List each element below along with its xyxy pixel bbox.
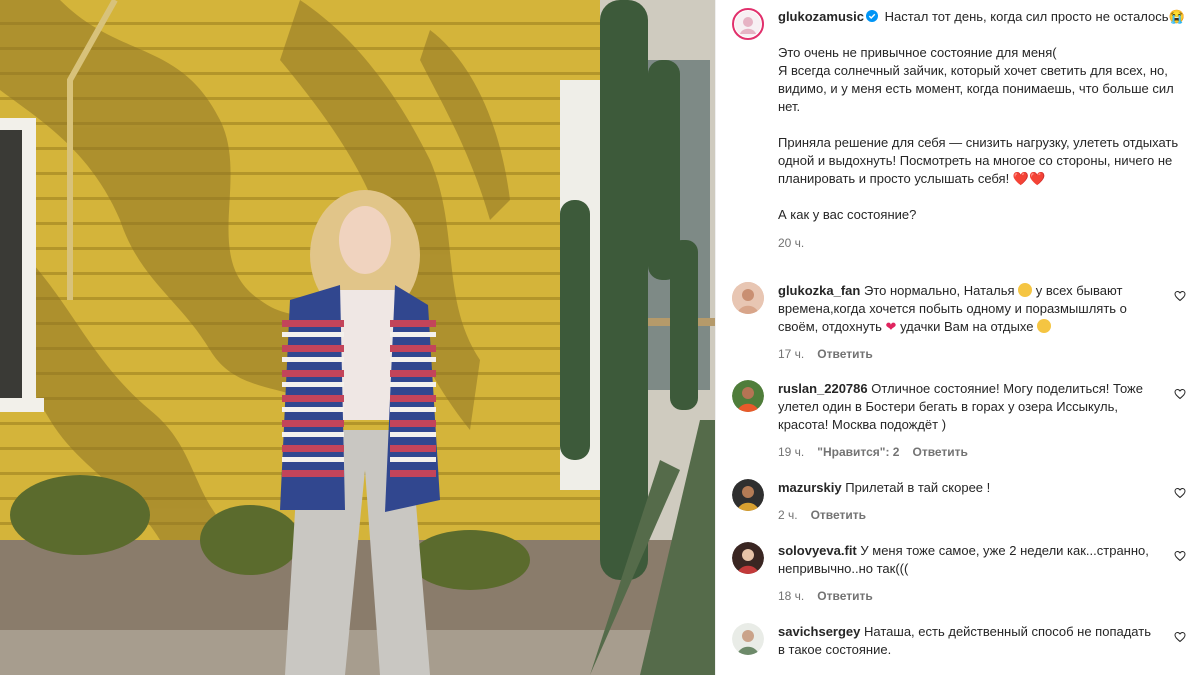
reply-button[interactable]: Ответить: [817, 587, 872, 605]
comment-item: savichsergey Наташа, есть действенный сп…: [732, 623, 1186, 659]
author-username[interactable]: glukozamusic: [778, 9, 864, 24]
comment-item: ruslan_220786 Отличное состояние! Могу п…: [732, 380, 1186, 461]
post-detail-panel: glukozamusic Настал тот день, когда сил …: [715, 0, 1200, 675]
comment-username[interactable]: mazurskiy: [778, 480, 842, 495]
photo-illustration: [0, 0, 715, 675]
comment-likes-count[interactable]: "Нравится": 2: [817, 443, 899, 461]
caption-body: glukozamusic Настал тот день, когда сил …: [778, 8, 1186, 252]
comment-username[interactable]: savichsergey: [778, 624, 860, 639]
comment-body: solovyeva.fit У меня тоже самое, уже 2 н…: [778, 542, 1186, 605]
comment-time: 2 ч.: [778, 508, 798, 522]
comment-time: 19 ч.: [778, 445, 805, 459]
comment-username[interactable]: glukozka_fan: [778, 283, 860, 298]
comment-item: solovyeva.fit У меня тоже самое, уже 2 н…: [732, 542, 1186, 605]
heart-outline-icon[interactable]: [1174, 388, 1186, 400]
caption-paragraph: Настал тот день, когда сил просто не ост…: [884, 9, 1185, 24]
heart-outline-icon[interactable]: [1174, 550, 1186, 562]
caption-paragraph: Приняла решение для себя — снизить нагру…: [778, 135, 1182, 186]
caption-paragraph: А как у вас состояние?: [778, 207, 917, 222]
comment-text: Прилетай в тай скорее !: [845, 480, 991, 495]
reply-button[interactable]: Ответить: [817, 345, 872, 363]
comment-time: 18 ч.: [778, 589, 805, 603]
comment-username[interactable]: solovyeva.fit: [778, 543, 857, 558]
heart-outline-icon[interactable]: [1174, 290, 1186, 302]
smiling-emoji-icon: [1018, 283, 1033, 297]
comment-text: Это нормально, Наталья: [863, 283, 1019, 298]
commenter-avatar[interactable]: [732, 623, 764, 655]
blush-emoji-icon: [1037, 319, 1052, 333]
comment-body: ruslan_220786 Отличное состояние! Могу п…: [778, 380, 1186, 461]
comment-time: 17 ч.: [778, 347, 805, 361]
comment-text: удачки Вам на отдыхе: [896, 319, 1038, 334]
caption-paragraph: Это очень не привычное состояние для мен…: [778, 45, 1174, 114]
verified-badge-icon: [865, 9, 878, 22]
reply-button[interactable]: Ответить: [811, 506, 866, 524]
comment-body: glukozka_fan Это нормально, Наталья у вс…: [778, 282, 1186, 363]
red-heart-emoji-icon: ❤: [885, 319, 897, 334]
post-photo[interactable]: [0, 0, 715, 675]
post-caption: glukozamusic Настал тот день, когда сил …: [732, 8, 1186, 252]
instagram-post-view: glukozamusic Настал тот день, когда сил …: [0, 0, 1200, 675]
heart-outline-icon[interactable]: [1174, 631, 1186, 643]
commenter-avatar[interactable]: [732, 542, 764, 574]
comment-item: mazurskiy Прилетай в тай скорее ! 2 ч. О…: [732, 479, 1186, 524]
comment-item: glukozka_fan Это нормально, Наталья у вс…: [732, 282, 1186, 363]
commenter-avatar[interactable]: [732, 282, 764, 314]
post-time: 20 ч.: [778, 236, 805, 250]
comment-username[interactable]: ruslan_220786: [778, 381, 868, 396]
comment-body: mazurskiy Прилетай в тай скорее ! 2 ч. О…: [778, 479, 1186, 524]
heart-outline-icon[interactable]: [1174, 487, 1186, 499]
comment-body: savichsergey Наташа, есть действенный сп…: [778, 623, 1186, 659]
commenter-avatar[interactable]: [732, 380, 764, 412]
reply-button[interactable]: Ответить: [912, 443, 967, 461]
commenter-avatar[interactable]: [732, 479, 764, 511]
author-avatar[interactable]: [732, 8, 764, 40]
